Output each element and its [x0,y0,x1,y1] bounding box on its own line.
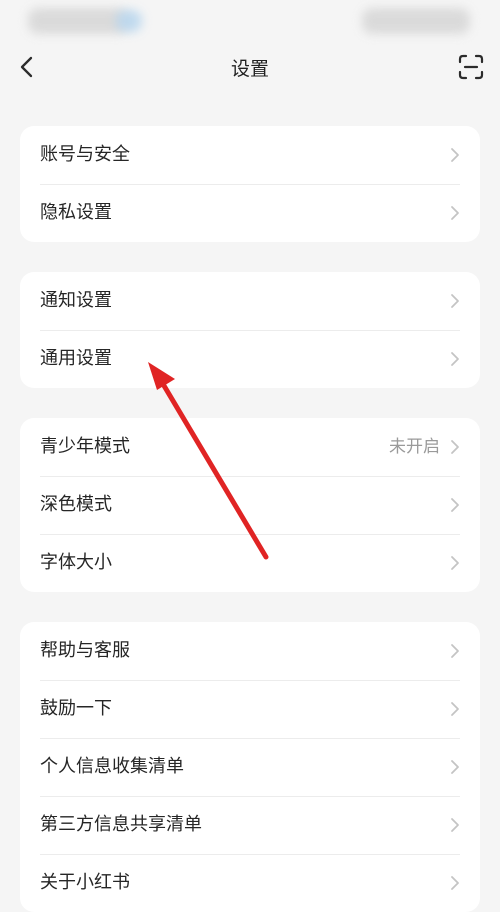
settings-item-privacy[interactable]: 隐私设置 [20,184,480,242]
settings-item-dark-mode[interactable]: 深色模式 [20,476,480,534]
settings-item-label: 第三方信息共享清单 [40,814,202,835]
settings-item-label: 字体大小 [40,552,112,573]
status-bar [0,0,500,46]
settings-item-about[interactable]: 关于小红书 [20,854,480,912]
scan-button[interactable] [458,54,484,80]
settings-item-teen-mode[interactable]: 青少年模式 未开启 [20,418,480,476]
settings-group-general: 通知设置 通用设置 [20,272,480,388]
settings-group-account: 账号与安全 隐私设置 [20,126,480,242]
nav-bar: 设置 [0,46,500,88]
settings-item-notifications[interactable]: 通知设置 [20,272,480,330]
chevron-right-icon [451,294,459,308]
chevron-right-icon [451,556,459,570]
settings-item-font-size[interactable]: 字体大小 [20,534,480,592]
settings-item-general[interactable]: 通用设置 [20,330,480,388]
chevron-right-icon [451,498,459,512]
settings-item-encourage[interactable]: 鼓励一下 [20,680,480,738]
settings-item-label: 隐私设置 [40,202,112,223]
page-title: 设置 [230,58,269,80]
settings-item-personal-info-list[interactable]: 个人信息收集清单 [20,738,480,796]
chevron-right-icon [451,206,459,220]
chevron-right-icon [451,352,459,366]
chevron-right-icon [451,760,459,774]
settings-item-account-security[interactable]: 账号与安全 [20,126,480,184]
settings-item-label: 深色模式 [40,494,112,515]
settings-group-about: 帮助与客服 鼓励一下 个人信息收集清单 第三方信息共享清单 关于小红书 [20,622,480,912]
teen-mode-status: 未开启 [389,437,440,457]
settings-item-help[interactable]: 帮助与客服 [20,622,480,680]
settings-item-label: 关于小红书 [40,872,130,893]
settings-item-label: 个人信息收集清单 [40,756,184,777]
status-bar-left-blur [28,8,128,34]
settings-item-label: 账号与安全 [40,144,130,165]
chevron-right-icon [451,702,459,716]
chevron-right-icon [451,876,459,890]
settings-item-label: 通用设置 [40,348,112,369]
settings-item-label: 青少年模式 [40,436,130,457]
status-bar-right-blur [362,8,470,34]
status-bar-indicator-blur [116,10,142,32]
settings-item-label: 鼓励一下 [40,698,112,719]
scan-icon [458,54,484,80]
chevron-right-icon [451,644,459,658]
chevron-right-icon [451,148,459,162]
settings-group-display: 青少年模式 未开启 深色模式 字体大小 [20,418,480,592]
settings-item-label: 通知设置 [40,290,112,311]
settings-item-third-party-sharing[interactable]: 第三方信息共享清单 [20,796,480,854]
chevron-right-icon [451,440,459,454]
chevron-right-icon [451,818,459,832]
settings-item-label: 帮助与客服 [40,640,130,661]
